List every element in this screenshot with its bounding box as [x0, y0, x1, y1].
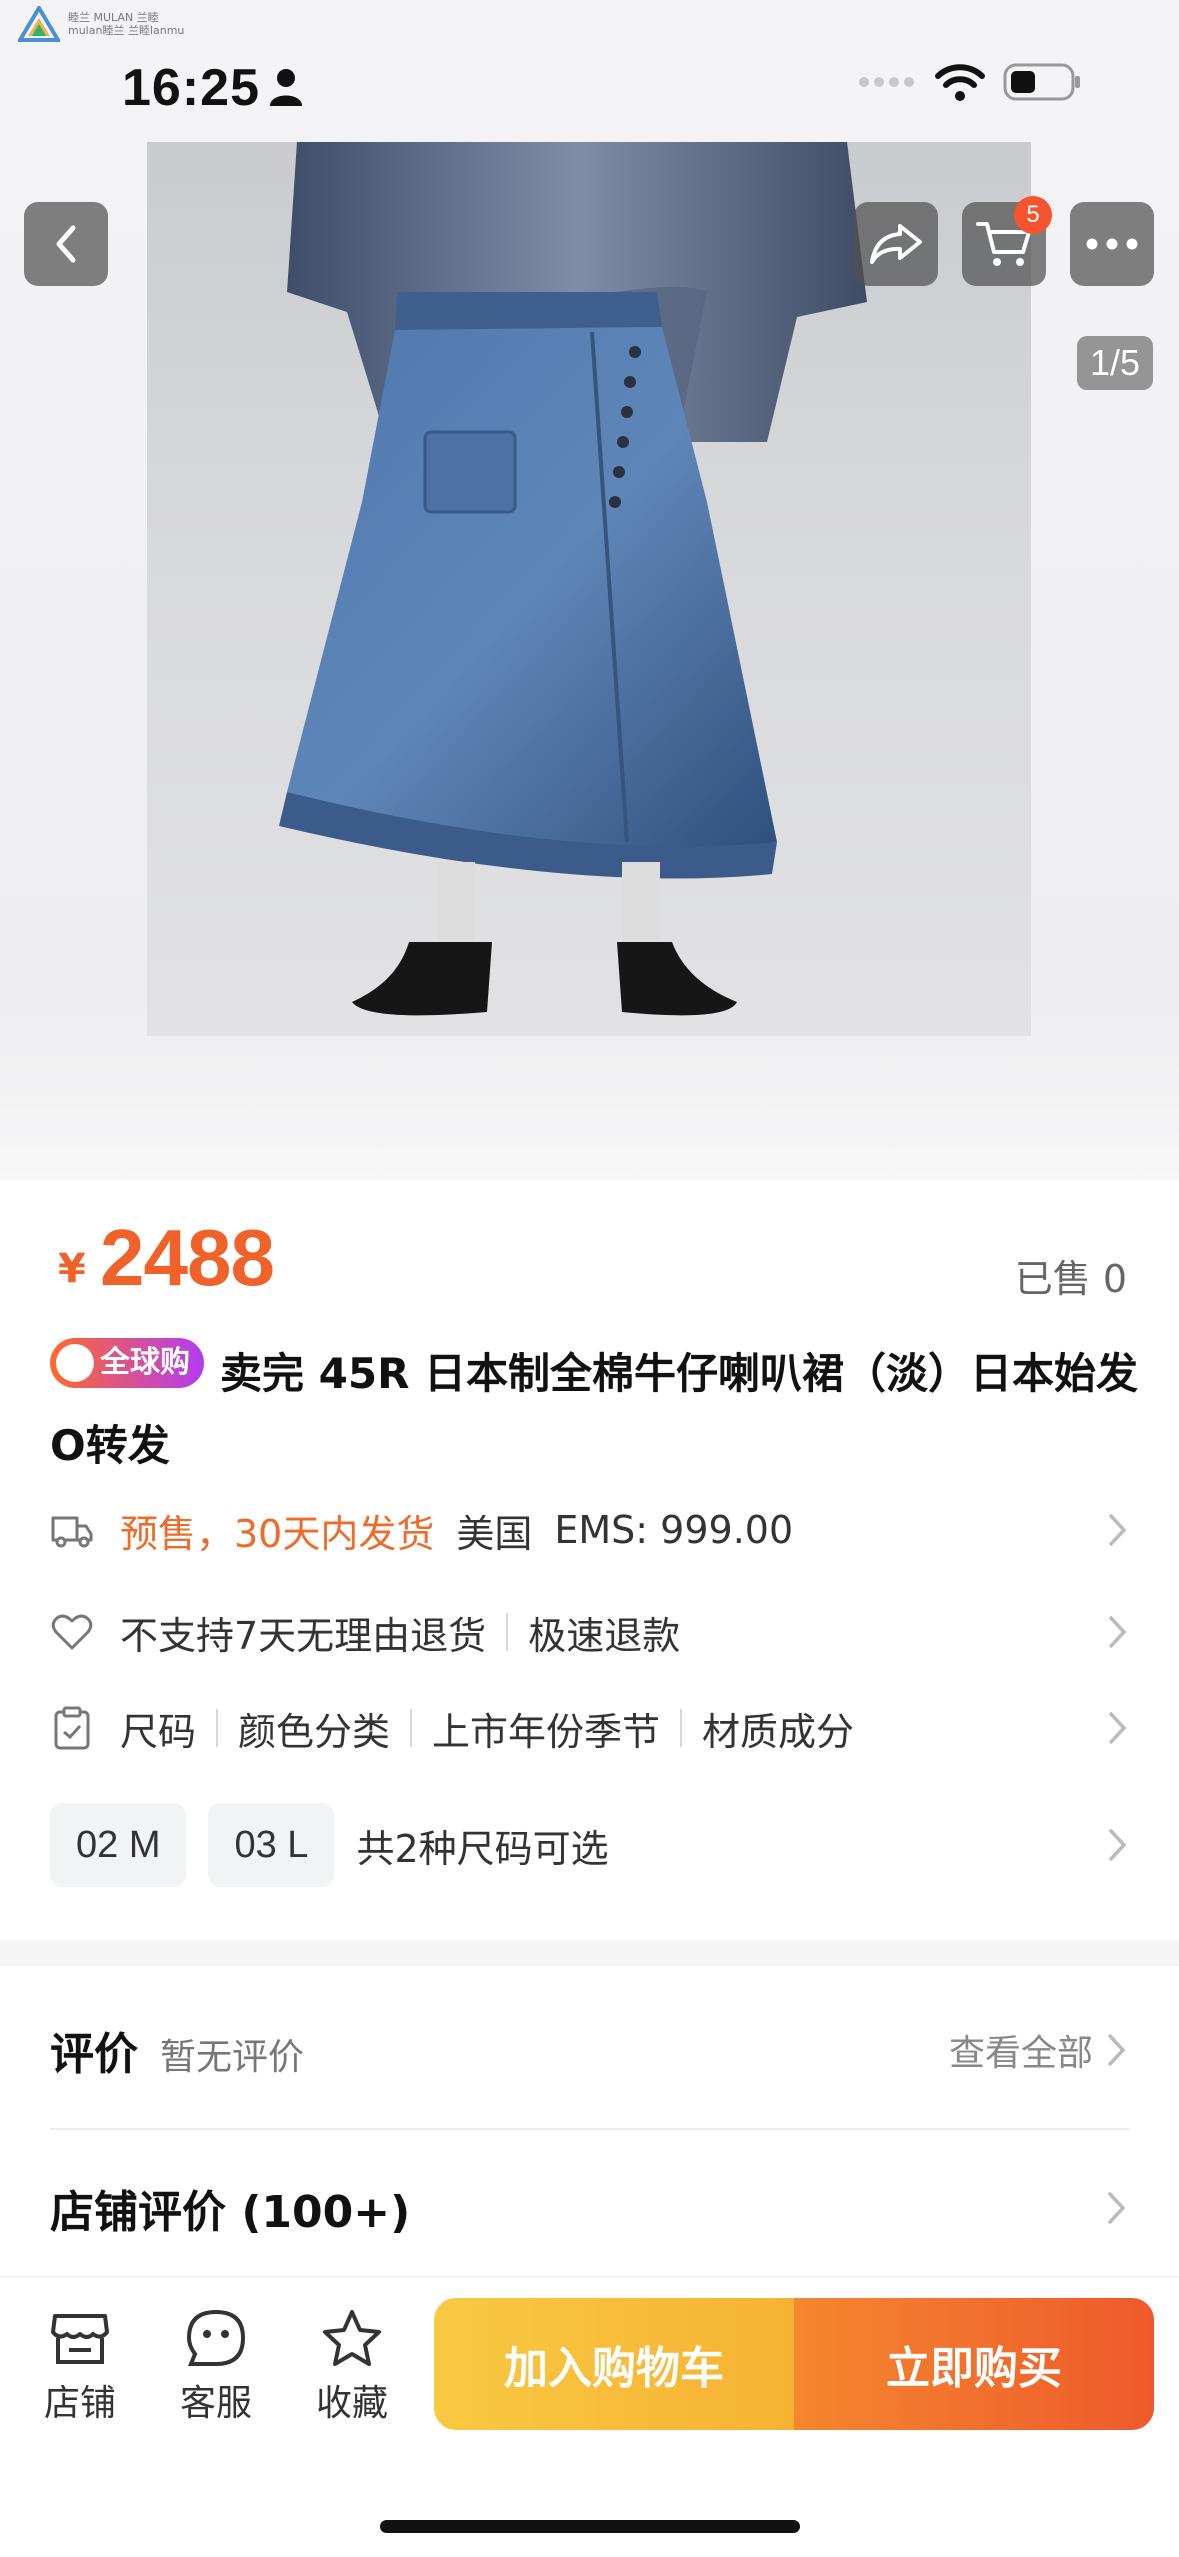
share-button[interactable] [854, 202, 938, 286]
watermark-logo-icon [18, 6, 60, 42]
customer-service-button[interactable]: 客服 [166, 2308, 266, 2426]
wifi-icon [935, 64, 985, 101]
shop-button[interactable]: 店铺 [30, 2308, 130, 2426]
param-season: 上市年份季节 [432, 1709, 661, 1754]
no-reviews-text: 暂无评价 [160, 2037, 305, 2078]
view-all-reviews-link[interactable]: 查看全部 [949, 2024, 1129, 2076]
shop-label: 店铺 [43, 2383, 116, 2424]
product-title: 全球购 卖完 45R 日本制全棉牛仔喇叭裙（淡）日本始发O转发 [50, 1338, 1140, 1482]
cart-count-badge: 5 [1014, 196, 1052, 234]
store-icon [51, 2314, 109, 2364]
heart-outline-icon [51, 1614, 93, 1650]
view-all-label: 查看全部 [948, 2033, 1093, 2074]
signal-dots-icon [859, 77, 914, 87]
param-material: 材质成分 [702, 1709, 855, 1754]
add-to-cart-button[interactable]: 加入购物车 [434, 2298, 794, 2430]
global-buy-logo-icon [56, 1344, 94, 1382]
size-summary: 共2种尺码可选 [356, 1826, 609, 1871]
chevron-right-icon [1109, 1616, 1127, 1648]
shop-reviews-row[interactable]: 店铺评价 (100+) [50, 2176, 1129, 2240]
divider [50, 2128, 1129, 2130]
shop-reviews-label: 店铺评价 (100+) [50, 2187, 411, 2238]
shipping-row[interactable]: 预售，30天内发货 美国 EMS: 999.00 [50, 1502, 1130, 1558]
chevron-right-icon [1109, 1712, 1127, 1744]
presale-text: 预售，30天内发货 [120, 1511, 435, 1556]
params-row[interactable]: 尺码 颜色分类 上市年份季节 材质成分 [50, 1700, 1130, 1756]
home-indicator[interactable] [380, 2520, 800, 2533]
param-size: 尺码 [120, 1709, 197, 1754]
status-time: 16:25 [122, 59, 260, 117]
clipboard-icon [54, 1706, 90, 1750]
param-color: 颜色分类 [238, 1709, 391, 1754]
cart-button[interactable]: 5 [962, 196, 1052, 286]
add-to-cart-label: 加入购物车 [504, 2343, 724, 2394]
chevron-right-icon [1108, 2192, 1126, 2224]
back-button[interactable] [24, 202, 108, 286]
watermark-text: 睦兰 MULAN 兰睦 [68, 11, 159, 24]
person-icon [270, 69, 302, 106]
reviews-header: 评价 暂无评价 [50, 2018, 304, 2082]
customer-service-label: 客服 [179, 2383, 252, 2424]
divider [216, 1709, 219, 1747]
global-buy-tag: 全球购 [50, 1338, 204, 1388]
more-dots-icon [1086, 238, 1138, 250]
product-title-text: 卖完 45R 日本制全棉牛仔喇叭裙（淡）日本始发O转发 [50, 1349, 1139, 1470]
image-counter: 1/5 [1077, 336, 1153, 390]
watermark-subtext: mulan睦兰 兰睦lanmu [68, 24, 185, 37]
status-icons [857, 62, 1083, 102]
reviews-label: 评价 [50, 2029, 138, 2080]
refund-text: 极速退款 [528, 1613, 681, 1658]
buy-now-label: 立即购买 [886, 2343, 1062, 2394]
chevron-left-icon [56, 225, 76, 263]
star-icon [323, 2310, 381, 2366]
truck-icon [51, 1516, 93, 1548]
return-policy-row[interactable]: 不支持7天无理由退货 极速退款 [50, 1604, 1130, 1660]
currency-symbol: ¥ [58, 1246, 86, 1292]
price: 2488 [100, 1213, 275, 1302]
more-button[interactable] [1070, 202, 1154, 286]
sold-count: 已售 0 [1014, 1257, 1127, 1301]
chevron-right-icon [1108, 2034, 1126, 2066]
global-buy-tag-label: 全球购 [100, 1345, 190, 1380]
chevron-right-icon [1109, 1829, 1127, 1861]
favorite-label: 收藏 [315, 2383, 388, 2424]
divider [410, 1709, 413, 1747]
divider [680, 1709, 683, 1747]
size-selector-row[interactable]: 02 M 03 L 共2种尺码可选 [50, 1802, 1130, 1888]
buy-now-button[interactable]: 立即购买 [794, 2298, 1154, 2430]
favorite-button[interactable]: 收藏 [302, 2308, 402, 2426]
shipping-fee: EMS: 999.00 [554, 1508, 794, 1552]
size-chip-l[interactable]: 03 L [208, 1803, 335, 1887]
divider [506, 1613, 509, 1651]
return-policy-text: 不支持7天无理由退货 [120, 1613, 487, 1658]
size-chip-m[interactable]: 02 M [50, 1803, 187, 1887]
battery-icon [1003, 63, 1080, 101]
chat-face-icon [186, 2309, 246, 2366]
share-icon [870, 224, 922, 264]
origin-text: 美国 [456, 1511, 533, 1556]
chevron-right-icon [1109, 1514, 1127, 1546]
watermark: 睦兰 MULAN 兰睦 mulan睦兰 兰睦lanmu [18, 6, 184, 42]
